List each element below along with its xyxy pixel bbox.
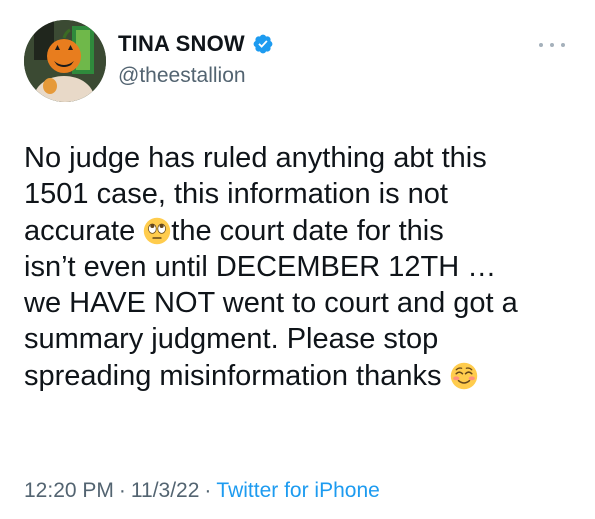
tweet-line-text: we HAVE NOT went to court and got a — [24, 287, 518, 320]
tweet-line: No judge has ruled anything abt this — [24, 140, 584, 176]
tweet-text: No judge has ruled anything abt this 150… — [24, 140, 584, 394]
tweet-date[interactable]: 11/3/22 — [131, 479, 200, 502]
dot — [539, 43, 543, 47]
tweet-line-text: summary judgment. Please stop — [24, 323, 439, 356]
separator: · — [118, 479, 126, 502]
tweet-line-text: No judge has ruled anything abt this — [24, 142, 487, 174]
dot — [561, 43, 565, 47]
tweet-line: we HAVE NOT went to court and got a — [24, 285, 584, 321]
tweet-line: accurate the court date for this — [24, 213, 584, 249]
tweet-line-text: spreading misinformation thanks — [24, 359, 450, 392]
tweet-line: 1501 case, this information is not — [24, 176, 584, 212]
tweet-line-text: accurate — [24, 214, 144, 247]
display-name[interactable]: TINA SNOW — [118, 31, 245, 57]
tweet-source-link[interactable]: Twitter for iPhone — [216, 479, 379, 502]
tweet-line-text: 1501 case, this information is not — [24, 178, 448, 211]
avatar[interactable] — [24, 20, 106, 102]
tweet-line: isn’t even until DECEMBER 12TH … — [24, 249, 584, 285]
author-handle[interactable]: @theestallion — [118, 64, 274, 88]
tweet-line: spreading misinformation thanks — [24, 358, 584, 394]
separator: · — [204, 479, 212, 502]
more-dots-icon[interactable] — [539, 40, 565, 50]
tweet-line-text: isn’t even until DECEMBER 12TH … — [24, 250, 497, 283]
tweet-card: TINA SNOW @theestallion No judge has rul… — [0, 0, 595, 519]
tweet-author: TINA SNOW @theestallion — [118, 30, 274, 88]
tweet-line: summary judgment. Please stop — [24, 321, 584, 357]
eye-roll-emoji-icon — [144, 217, 171, 244]
smiling-blush-emoji-icon — [450, 362, 477, 390]
author-name-row: TINA SNOW — [118, 30, 274, 58]
dot — [550, 43, 554, 47]
verified-badge-icon — [253, 34, 273, 54]
tweet-line-text: the court date for this — [171, 214, 444, 247]
tweet-meta: 12:20 PM · 11/3/22 · Twitter for iPhone — [24, 479, 380, 503]
pumpkin-mask-avatar-icon — [24, 20, 106, 102]
tweet-time[interactable]: 12:20 PM — [24, 479, 114, 502]
